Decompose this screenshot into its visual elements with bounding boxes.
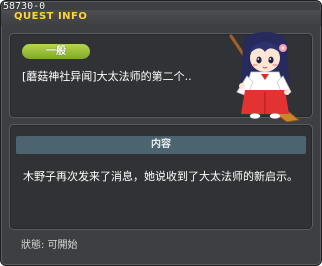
- quest-name: [蘑菇神社异闻]大太法师的第二个..: [22, 70, 192, 83]
- quest-info-window: 58730-0 QUEST INFO 一般 [蘑菇神社异闻]大太法师的第二个..: [0, 0, 322, 266]
- npc-portrait-icon: [229, 32, 301, 122]
- quest-description: 木野子再次发来了消息，她说收到了大太法师的新启示。: [23, 170, 298, 183]
- quest-summary-panel: 一般 [蘑菇神社异闻]大太法师的第二个..: [9, 32, 313, 122]
- quest-description-panel: 内容 木野子再次发来了消息，她说收到了大太法师的新启示。: [9, 124, 313, 230]
- window-title: QUEST INFO: [14, 11, 88, 22]
- quest-status: 狀態: 可開始: [21, 240, 78, 251]
- category-badge: 一般: [22, 44, 90, 59]
- content-section-header: 内容: [16, 136, 306, 154]
